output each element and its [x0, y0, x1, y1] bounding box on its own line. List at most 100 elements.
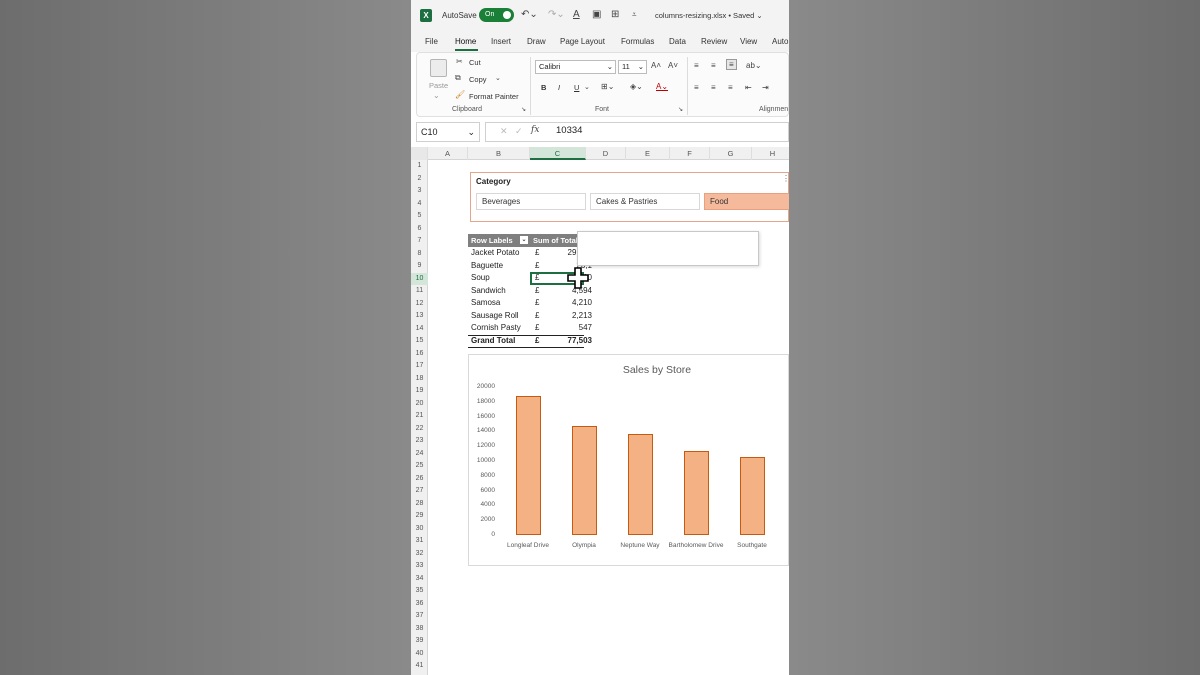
column-header[interactable]: E	[626, 147, 670, 160]
filter-dropdown-icon[interactable]: ⌄	[520, 236, 528, 244]
copy-icon[interactable]: ⧉	[455, 73, 461, 83]
row-header[interactable]: 8	[411, 248, 428, 261]
row-header[interactable]: 30	[411, 523, 428, 536]
category-slicer[interactable]: Category ⋮ Beverages Cakes & Pastries Fo…	[470, 172, 789, 222]
font-size-select[interactable]: 11 ⌄	[618, 60, 647, 74]
font-color-icon[interactable]: A⌄	[656, 82, 668, 91]
row-header[interactable]: 17	[411, 360, 428, 373]
row-header[interactable]: 14	[411, 323, 428, 336]
align-left-icon[interactable]: ≡	[694, 83, 699, 92]
grand-total-label[interactable]: Grand Total	[471, 335, 531, 348]
row-header[interactable]: 36	[411, 598, 428, 611]
row-header[interactable]: 33	[411, 560, 428, 573]
row-header[interactable]: 2	[411, 173, 428, 186]
column-header[interactable]: D	[586, 147, 626, 160]
decrease-font-icon[interactable]: A˅	[668, 61, 678, 70]
row-header[interactable]: 12	[411, 298, 428, 311]
pivot-row-label[interactable]: Cornish Pasty	[471, 322, 531, 335]
file-name[interactable]: columns-resizing.xlsx • Saved ⌄	[655, 11, 763, 20]
fill-color-icon[interactable]: ◈⌄	[630, 82, 643, 91]
row-header[interactable]: 25	[411, 460, 428, 473]
tab-data[interactable]: Data	[669, 37, 686, 46]
currency-symbol[interactable]: £	[535, 297, 539, 310]
currency-symbol[interactable]: £	[535, 310, 539, 323]
chart-bar[interactable]	[515, 395, 541, 535]
row-header[interactable]: 15	[411, 335, 428, 348]
cancel-icon[interactable]: ✕	[500, 126, 508, 137]
row-header[interactable]: 38	[411, 623, 428, 636]
row-header[interactable]: 40	[411, 648, 428, 661]
pivot-row-value[interactable]: 547	[546, 322, 592, 335]
row-header[interactable]: 6	[411, 223, 428, 236]
align-right-icon[interactable]: ≡	[728, 83, 733, 92]
copy-dropdown-icon[interactable]: ⌄	[495, 74, 501, 82]
increase-font-icon[interactable]: A˄	[651, 61, 661, 70]
currency-symbol[interactable]: £	[535, 247, 539, 260]
align-bottom-icon[interactable]: ≡	[726, 59, 737, 70]
chart-bar[interactable]	[683, 450, 709, 535]
undo-icon[interactable]: ↶⌄	[521, 8, 538, 22]
row-header[interactable]: 7	[411, 235, 428, 248]
font-name-select[interactable]: Calibri ⌄	[535, 60, 616, 74]
pivot-header-sum[interactable]: Sum of Total	[530, 234, 584, 247]
tab-file[interactable]: File	[425, 37, 438, 46]
cut-icon[interactable]: ✂	[456, 57, 463, 66]
tab-formulas[interactable]: Formulas	[621, 37, 654, 46]
pivot-row-label[interactable]: Samosa	[471, 297, 531, 310]
pivot-row-label[interactable]: Sandwich	[471, 285, 531, 298]
font-color-icon[interactable]: A	[573, 8, 580, 22]
align-middle-icon[interactable]: ≡	[711, 61, 716, 70]
column-header[interactable]: C	[530, 147, 586, 160]
autosave-toggle[interactable]: On	[479, 8, 514, 22]
decrease-indent-icon[interactable]: ⇤	[745, 83, 752, 92]
row-header[interactable]: 34	[411, 573, 428, 586]
column-header[interactable]: F	[670, 147, 710, 160]
row-header[interactable]: 4	[411, 198, 428, 211]
row-header[interactable]: 39	[411, 635, 428, 648]
row-header[interactable]: 1	[411, 160, 428, 173]
column-header[interactable]: H	[752, 147, 789, 160]
italic-button[interactable]: I	[558, 83, 560, 92]
enter-icon[interactable]: ✓	[515, 126, 523, 137]
row-header[interactable]: 24	[411, 448, 428, 461]
cut-button[interactable]: Cut	[469, 58, 481, 67]
select-all-corner[interactable]	[411, 147, 428, 160]
row-header[interactable]: 3	[411, 185, 428, 198]
pivot-header-row-labels[interactable]: Row Labels ⌄	[468, 234, 530, 247]
row-header[interactable]: 26	[411, 473, 428, 486]
row-header[interactable]: 37	[411, 610, 428, 623]
row-header[interactable]: 29	[411, 510, 428, 523]
row-header[interactable]: 16	[411, 348, 428, 361]
row-header[interactable]: 23	[411, 435, 428, 448]
chart-bar[interactable]	[571, 426, 597, 535]
row-header[interactable]: 21	[411, 410, 428, 423]
tab-review[interactable]: Review	[701, 37, 727, 46]
sales-by-store-chart[interactable]: Sales by Store 20000 18000 16000 14000 12000…	[468, 354, 789, 566]
paste-dropdown-icon[interactable]: ⌄	[433, 91, 440, 100]
format-painter-icon[interactable]: 🖌	[455, 90, 465, 99]
slicer-item-food[interactable]: Food	[704, 193, 789, 210]
currency-symbol[interactable]: £	[535, 285, 539, 298]
pivot-row-label[interactable]: Sausage Roll	[471, 310, 531, 323]
currency-symbol[interactable]: £	[535, 260, 539, 273]
copy-button[interactable]: Copy	[469, 75, 487, 84]
underline-button[interactable]: U	[574, 83, 579, 92]
row-header[interactable]: 10	[411, 272, 428, 285]
insert-function-button[interactable]: fx	[531, 125, 539, 135]
row-header[interactable]: 32	[411, 548, 428, 561]
currency-symbol[interactable]: £	[535, 335, 539, 348]
chart-bar[interactable]	[739, 456, 765, 535]
form-icon[interactable]: ▣	[592, 8, 601, 22]
format-painter-button[interactable]: Format Painter	[469, 92, 519, 101]
column-header[interactable]: A	[428, 147, 468, 160]
row-header[interactable]: 22	[411, 423, 428, 436]
tab-page-layout[interactable]: Page Layout	[560, 37, 605, 46]
slicer-item-cakes-pastries[interactable]: Cakes & Pastries	[590, 193, 700, 210]
row-header[interactable]: 31	[411, 535, 428, 548]
row-header[interactable]: 41	[411, 660, 428, 673]
clipboard-launcher-icon[interactable]: ↘	[521, 106, 526, 113]
tab-automate[interactable]: Auto	[772, 37, 788, 46]
font-launcher-icon[interactable]: ↘	[678, 106, 683, 113]
pivot-row-value[interactable]: 2,213	[546, 310, 592, 323]
pivot-row-value[interactable]: 4,210	[546, 297, 592, 310]
